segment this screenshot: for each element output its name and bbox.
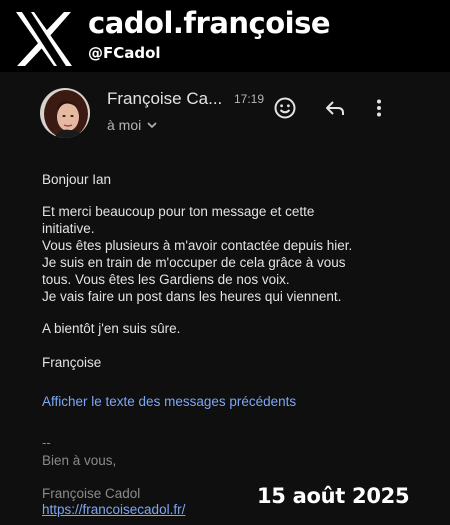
message-time: 17:19: [234, 92, 265, 106]
paragraph-line: Je suis en train de m'occuper de cela gr…: [42, 255, 346, 270]
x-post-header: cadol.françoise @FCadol: [0, 0, 450, 72]
x-logo-icon: [16, 12, 72, 66]
paragraph-line: tous. Vous êtes les Gardiens de nos voix…: [42, 272, 290, 287]
x-handle: @FCadol: [88, 44, 161, 62]
signature-separator: --: [42, 435, 51, 450]
email-paragraph-1: Et merci beaucoup pour ton message et ce…: [42, 203, 352, 305]
sender-name[interactable]: Françoise Ca...: [107, 89, 222, 109]
email-greeting: Bonjour Ian: [42, 172, 112, 187]
signature-regards: Bien à vous,: [42, 453, 117, 468]
reply-arrow-icon: [326, 101, 344, 115]
reply-button[interactable]: [321, 94, 349, 122]
email-signoff: Françoise: [42, 355, 102, 370]
more-vert-icon: [377, 99, 381, 117]
paragraph-line: Vous êtes plusieurs à m'avoir contactée …: [42, 238, 353, 253]
add-reaction-button[interactable]: [271, 94, 299, 122]
paragraph-line: initiative.: [42, 221, 95, 236]
signature-name: Françoise Cadol: [42, 486, 141, 501]
date-stamp: 15 août 2025: [257, 484, 410, 508]
x-display-name: cadol.françoise: [88, 6, 331, 40]
smiley-icon: [274, 97, 296, 119]
recipient-dropdown[interactable]: à moi: [107, 117, 157, 133]
avatar-photo: [40, 88, 90, 138]
paragraph-line: Je vais faire un post dans les heures qu…: [42, 289, 342, 304]
sender-avatar[interactable]: [40, 88, 90, 138]
show-previous-messages-link[interactable]: Afficher le texte des messages précédent…: [42, 394, 296, 409]
more-options-button[interactable]: [365, 94, 393, 122]
email-message: Françoise Ca... 17:19 à moi Bonjour Ian …: [0, 72, 450, 525]
signature-website-link[interactable]: https://francoisecadol.fr/: [42, 502, 185, 517]
email-paragraph-2: A bientôt j'en suis sûre.: [42, 321, 181, 336]
chevron-down-icon: [147, 121, 157, 128]
paragraph-line: Et merci beaucoup pour ton message et ce…: [42, 204, 315, 219]
recipient-label: à moi: [107, 117, 142, 133]
